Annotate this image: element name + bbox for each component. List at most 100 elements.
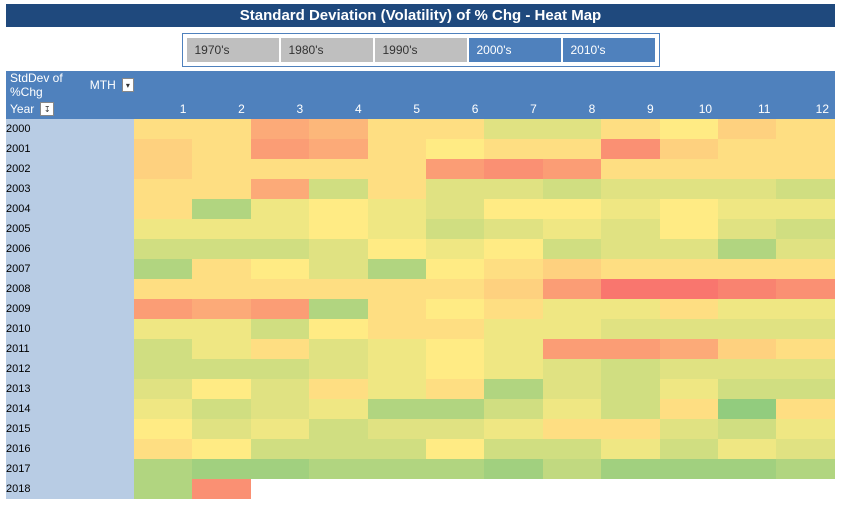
year-label-2004: 2004 xyxy=(6,199,134,219)
year-label-2012: 2012 xyxy=(6,359,134,379)
heat-cell xyxy=(718,199,776,219)
header-blank xyxy=(192,71,250,99)
heat-cell xyxy=(134,439,192,459)
heat-cell xyxy=(484,419,542,439)
table-row: 2002 xyxy=(6,159,835,179)
page-title: Standard Deviation (Volatility) of % Chg… xyxy=(6,4,835,27)
year-field-label: Year xyxy=(10,102,34,116)
slicer-1980s[interactable]: 1980's xyxy=(281,38,373,62)
heat-cell xyxy=(543,199,601,219)
heat-cell xyxy=(309,339,367,359)
heat-cell xyxy=(718,379,776,399)
heat-cell xyxy=(309,299,367,319)
heat-cell xyxy=(543,299,601,319)
heat-cell xyxy=(660,239,718,259)
heat-cell xyxy=(484,139,542,159)
heat-cell xyxy=(601,439,659,459)
heat-cell xyxy=(309,219,367,239)
heat-cell xyxy=(776,239,835,259)
slicer-1990s[interactable]: 1990's xyxy=(375,38,467,62)
heat-cell xyxy=(484,119,542,139)
heat-cell xyxy=(309,319,367,339)
heat-cell xyxy=(309,399,367,419)
heat-cell xyxy=(601,219,659,239)
heat-cell xyxy=(251,159,309,179)
heat-cell xyxy=(776,159,835,179)
heat-cell xyxy=(484,159,542,179)
heat-cell xyxy=(776,439,835,459)
slicer-1970s[interactable]: 1970's xyxy=(187,38,279,62)
slicer-2010s[interactable]: 2010's xyxy=(563,38,655,62)
heat-cell xyxy=(718,259,776,279)
heat-cell xyxy=(660,459,718,479)
heat-cell xyxy=(426,479,484,499)
heat-cell xyxy=(368,479,426,499)
heat-cell xyxy=(543,159,601,179)
heat-cell xyxy=(660,359,718,379)
heat-cell xyxy=(309,439,367,459)
heat-cell xyxy=(601,419,659,439)
year-label-2007: 2007 xyxy=(6,259,134,279)
header-blank xyxy=(718,71,776,99)
year-filter-dropdown[interactable]: ↧ xyxy=(40,102,54,116)
heat-cell xyxy=(543,239,601,259)
heat-cell xyxy=(134,239,192,259)
heat-cell xyxy=(368,399,426,419)
heat-cell xyxy=(192,439,250,459)
heat-cell xyxy=(368,219,426,239)
heat-cell xyxy=(368,459,426,479)
month-header-12: 12 xyxy=(776,99,835,119)
heat-cell xyxy=(368,319,426,339)
heat-cell xyxy=(192,299,250,319)
heat-cell xyxy=(426,119,484,139)
heat-cell xyxy=(251,439,309,459)
heat-cell xyxy=(309,119,367,139)
heat-cell xyxy=(484,439,542,459)
heat-cell xyxy=(426,319,484,339)
table-row: 2017 xyxy=(6,459,835,479)
heat-cell xyxy=(660,419,718,439)
heat-cell xyxy=(601,459,659,479)
heat-cell xyxy=(601,379,659,399)
year-label-2000: 2000 xyxy=(6,119,134,139)
heat-cell xyxy=(484,339,542,359)
heat-cell xyxy=(134,139,192,159)
heat-cell xyxy=(484,299,542,319)
year-label-2016: 2016 xyxy=(6,439,134,459)
heat-cell xyxy=(484,179,542,199)
heat-cell xyxy=(251,459,309,479)
heat-cell xyxy=(718,399,776,419)
heat-cell xyxy=(660,139,718,159)
slicer-2000s[interactable]: 2000's xyxy=(469,38,561,62)
heat-cell xyxy=(718,159,776,179)
heat-cell xyxy=(309,259,367,279)
table-row: 2006 xyxy=(6,239,835,259)
year-label-2015: 2015 xyxy=(6,419,134,439)
heat-cell xyxy=(251,199,309,219)
heat-cell xyxy=(251,179,309,199)
heat-cell xyxy=(368,179,426,199)
heat-cell xyxy=(309,379,367,399)
heat-cell xyxy=(251,319,309,339)
heat-cell xyxy=(426,259,484,279)
heat-cell xyxy=(134,339,192,359)
header-blank xyxy=(601,71,659,99)
heat-cell xyxy=(251,219,309,239)
header-blank xyxy=(251,71,309,99)
heat-cell xyxy=(368,419,426,439)
heat-cell xyxy=(426,459,484,479)
heat-cell xyxy=(192,119,250,139)
table-row: 2015 xyxy=(6,419,835,439)
heat-cell xyxy=(368,359,426,379)
heat-cell xyxy=(601,319,659,339)
heat-cell xyxy=(543,479,601,499)
heat-cell xyxy=(718,339,776,359)
heat-cell xyxy=(484,259,542,279)
month-filter-dropdown[interactable]: ▾ xyxy=(122,78,134,92)
heat-cell xyxy=(718,139,776,159)
heat-cell xyxy=(426,379,484,399)
heat-cell xyxy=(484,459,542,479)
heat-cell xyxy=(718,459,776,479)
heat-cell xyxy=(484,379,542,399)
heat-cell xyxy=(601,299,659,319)
